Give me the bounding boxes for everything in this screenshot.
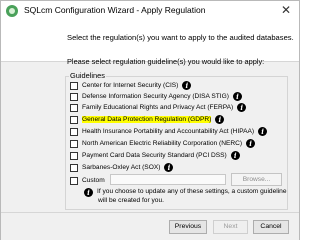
guideline-label: Center for Internet Security (CIS) xyxy=(82,82,179,89)
checkbox[interactable] xyxy=(70,81,78,90)
wizard-footer: Previous Next Cancel xyxy=(1,213,299,240)
guideline-label: General Data Protection Regulation (GDPR… xyxy=(82,116,212,123)
guideline-item-custom[interactable]: Custom xyxy=(70,175,105,186)
next-button[interactable]: Next xyxy=(213,220,248,234)
info-icon[interactable]: i xyxy=(230,151,240,160)
checkbox[interactable] xyxy=(70,103,78,112)
guideline-label: Payment Card Data Security Standard (PCI… xyxy=(82,152,227,159)
custom-note: i If you choose to update any of these se… xyxy=(84,188,288,205)
info-icon[interactable]: i xyxy=(182,81,192,90)
close-icon[interactable]: ✕ xyxy=(279,2,293,18)
checkbox[interactable] xyxy=(70,151,78,160)
guidelines-group-label: Guidelines xyxy=(69,71,106,80)
app-icon xyxy=(6,5,18,17)
checkbox[interactable] xyxy=(70,127,78,136)
custom-note-text: If you choose to update any of these set… xyxy=(97,188,287,204)
guideline-item-sox[interactable]: Sarbanes-Oxley Act (SOX) i xyxy=(70,162,174,173)
guideline-label: Sarbanes-Oxley Act (SOX) xyxy=(82,164,161,171)
guideline-item-gdpr[interactable]: General Data Protection Regulation (GDPR… xyxy=(70,114,225,125)
info-icon[interactable]: i xyxy=(232,92,242,101)
guideline-item-cis[interactable]: Center for Internet Security (CIS) i xyxy=(70,80,192,91)
guideline-label: Health Insurance Portability and Account… xyxy=(82,128,255,135)
checkbox[interactable] xyxy=(70,176,78,185)
checkbox[interactable] xyxy=(70,163,78,172)
guideline-label: Defense Information Security Agency (DIS… xyxy=(82,93,229,100)
window-title: SQLcm Configuration Wizard - Apply Regul… xyxy=(24,5,206,15)
wizard-header: Select the regulation(s) you want to app… xyxy=(1,20,299,61)
guideline-label: Custom xyxy=(82,177,105,184)
previous-button[interactable]: Previous xyxy=(169,220,207,234)
info-icon[interactable]: i xyxy=(164,163,174,172)
guideline-label: Family Educational Rights and Privacy Ac… xyxy=(82,104,234,111)
intro-text: Please select regulation guideline(s) yo… xyxy=(67,57,265,66)
info-icon[interactable]: i xyxy=(215,115,225,124)
checkbox[interactable] xyxy=(70,115,78,124)
title-bar: SQLcm Configuration Wizard - Apply Regul… xyxy=(1,1,299,20)
info-icon: i xyxy=(84,188,93,197)
cancel-button[interactable]: Cancel xyxy=(253,220,289,234)
header-description: Select the regulation(s) you want to app… xyxy=(67,33,294,42)
info-icon[interactable]: i xyxy=(246,139,256,148)
guideline-item-disa-stig[interactable]: Defense Information Security Agency (DIS… xyxy=(70,91,242,102)
custom-guideline-input[interactable] xyxy=(110,174,226,185)
info-icon[interactable]: i xyxy=(258,127,268,136)
guideline-item-hipaa[interactable]: Health Insurance Portability and Account… xyxy=(70,126,268,137)
guideline-label: North American Electric Reliability Corp… xyxy=(82,140,243,147)
checkbox[interactable] xyxy=(70,139,78,148)
browse-button[interactable]: Browse... xyxy=(231,173,282,186)
guideline-item-ferpa[interactable]: Family Educational Rights and Privacy Ac… xyxy=(70,102,247,113)
checkbox[interactable] xyxy=(70,92,78,101)
guideline-item-pci-dss[interactable]: Payment Card Data Security Standard (PCI… xyxy=(70,150,240,161)
guideline-item-nerc[interactable]: North American Electric Reliability Corp… xyxy=(70,138,256,149)
info-icon[interactable]: i xyxy=(237,103,247,112)
